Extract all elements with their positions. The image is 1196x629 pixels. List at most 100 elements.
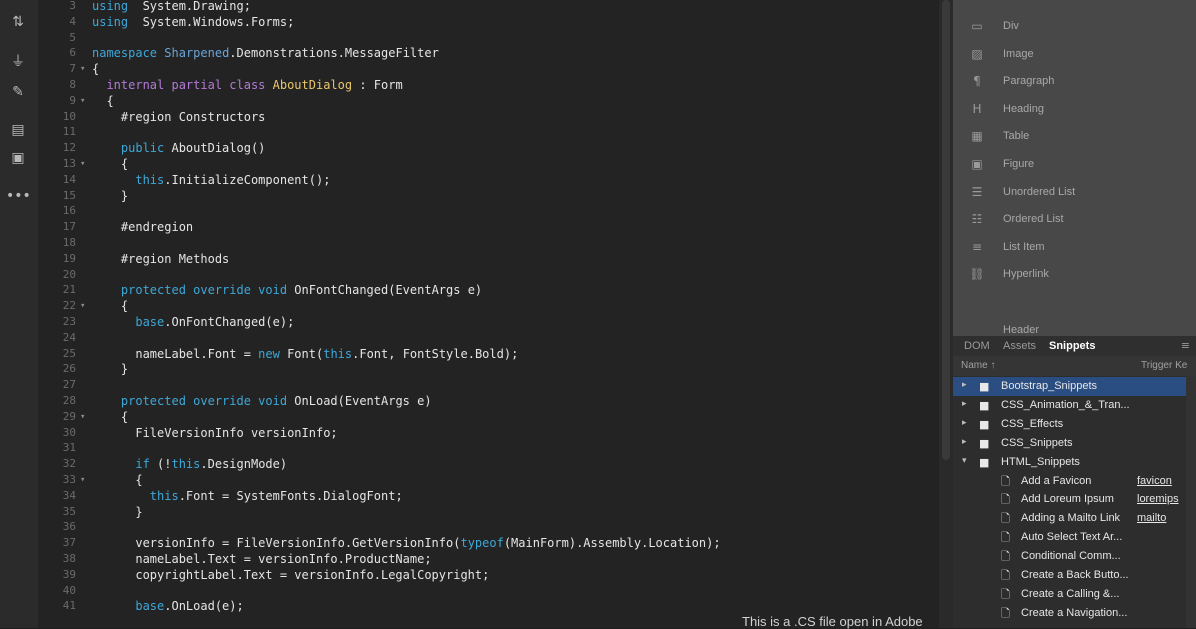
code-token: protected override void [92,394,288,408]
fold-toggle-icon[interactable]: ▾ [80,472,85,488]
snippets-scrollbar[interactable] [1186,376,1196,628]
line-number: 33 [62,473,76,486]
code-editor[interactable]: 3 using System.Drawing; 4 using System.Wind… [46,0,939,628]
snippet-item[interactable]: 🗋 Add a Favicon favicon [953,472,1196,491]
code-text: using System.Windows.Forms; [92,14,294,30]
fold-toggle-icon[interactable]: ▾ [80,93,85,109]
fold-toggle-icon[interactable]: ▾ [80,298,85,314]
folder-icon: ■ [979,436,990,450]
fold-toggle-icon[interactable]: ▾ [80,156,85,172]
insert-item-label: List Item [1003,240,1045,253]
table-icon: ▦ [971,129,983,144]
chevron-right-icon[interactable]: ▸ [962,380,967,390]
code-line: 21 protected override void OnFontChanged… [46,282,939,298]
insert-item-hyperlink[interactable]: ⛓ Hyperlink [953,264,1196,286]
editor-scrollbar[interactable] [939,0,953,628]
snippet-label: Adding a Mailto Link [1021,512,1121,525]
comment-icon[interactable]: ▤ [6,120,30,140]
snippet-folder[interactable]: ▾ ■ HTML_Snippets [953,453,1196,472]
snippet-folder-label: CSS_Snippets [1001,436,1073,449]
snippet-item[interactable]: 🗋 Conditional Comm... [953,547,1196,566]
code-text: #endregion [92,219,193,235]
line-number: 34 [62,488,76,502]
tab-dom[interactable]: DOM [964,339,990,353]
code-line: 35 } [46,504,939,520]
code-line: 6 namespace Sharpened.Demonstrations.Mess… [46,45,939,61]
fold-toggle-icon[interactable]: ▾ [80,409,85,425]
snippet-item[interactable]: 🗋 Add Loreum Ipsum loremips [953,490,1196,509]
snippet-folder[interactable]: ▸ ■ CSS_Snippets [953,434,1196,453]
line-number: 39 [62,567,76,581]
code-token: new [258,346,280,361]
snippet-folder[interactable]: ▸ ■ CSS_Animation_&_Tran... [953,396,1196,415]
line-number: 31 [62,441,76,455]
line-number: 11 [62,125,76,139]
line-number: 21 [62,283,76,297]
panel-menu-icon[interactable]: ≡ [1181,339,1190,352]
insert-item-figure[interactable]: ▣ Figure [953,154,1196,176]
tab-snippets[interactable]: Snippets [1049,339,1095,353]
snippet-folder[interactable]: ▸ ■ Bootstrap_Snippets [953,377,1196,396]
insert-item-header[interactable]: Header [953,320,1196,336]
code-token: System.Drawing; [128,0,251,13]
code-token: copyrightLabel.Text = versionInfo.LegalC… [92,567,490,582]
code-token: AboutDialog() [164,141,266,156]
code-text: namespace Sharpened.Demonstrations.Messa… [92,45,439,61]
brush-icon[interactable]: ✎ [6,82,30,102]
code-token: .Font, FontStyle.Bold); [352,346,519,361]
tab-assets[interactable]: Assets [1003,339,1036,353]
list-item-icon: ≡ [971,239,983,254]
line-number: 6 [69,46,76,60]
snippet-icon[interactable]: ▣ [6,148,30,168]
insert-item-label: Image [1003,47,1034,60]
insert-item-paragraph[interactable]: ¶ Paragraph [953,71,1196,93]
snippet-trigger-key[interactable]: loremips [1137,493,1179,506]
line-number: 13 [62,157,76,170]
snippet-trigger-key[interactable]: mailto [1137,512,1166,525]
chevron-right-icon[interactable]: ▸ [962,418,967,428]
line-number: 26 [62,362,76,376]
code-line: 3 using System.Drawing; [46,0,939,14]
line-number: 7 [69,62,76,76]
code-text: if (!this.DesignMode) [92,456,287,472]
code-text: public AboutDialog() [92,140,266,156]
line-number: 10 [62,109,76,123]
snippet-folder-label: Bootstrap_Snippets [1001,380,1098,392]
folder-open-icon: ■ [979,455,990,469]
snippet-item[interactable]: 🗋 Create a Calling &... [953,585,1196,604]
code-token: { [92,93,114,108]
editor-left-margin [38,0,46,628]
chevron-right-icon[interactable]: ▸ [962,437,967,447]
code-token: .Font = SystemFonts.DialogFont; [178,488,403,503]
more-icon[interactable]: ••• [6,186,31,206]
snippet-item[interactable]: 🗋 Create a Navigation... [953,604,1196,623]
insert-item-heading[interactable]: H Heading [953,99,1196,121]
column-name-header[interactable]: Name ↑ [961,360,995,372]
insert-item-table[interactable]: ▦ Table [953,126,1196,148]
insert-item-ordered-list[interactable]: ☷ Ordered List [953,209,1196,231]
insert-item-unordered-list[interactable]: ☰ Unordered List [953,182,1196,204]
code-line: 37 versionInfo = FileVersionInfo.GetVers… [46,535,939,551]
snippet-item[interactable]: 🗋 Create a Back Butto... [953,566,1196,585]
code-token: nameLabel.Font = [92,346,259,361]
insert-item-div[interactable]: ▭ Div [953,16,1196,38]
chevron-right-icon[interactable]: ▸ [962,399,967,409]
snippet-folder[interactable]: ▸ ■ CSS_Effects [953,415,1196,434]
snippet-trigger-key[interactable]: favicon [1137,475,1172,488]
insert-item-list-item[interactable]: ≡ List Item [953,237,1196,259]
filter-icon[interactable]: ⏚ [6,52,30,72]
code-token: base [92,315,165,329]
tag-icon[interactable]: ⇅ [6,12,30,32]
column-trigger-header[interactable]: Trigger Ke [1141,360,1187,372]
insert-item-image[interactable]: ▨ Image [953,44,1196,66]
code-line: 33 ▾ { [46,472,939,488]
code-line: 16 [46,203,939,219]
editor-scrollbar-thumb[interactable] [942,0,950,460]
chevron-down-icon[interactable]: ▾ [962,456,967,466]
fold-toggle-icon[interactable]: ▾ [80,61,85,77]
line-number: 28 [62,394,76,407]
snippet-item[interactable]: 🗋 Adding a Mailto Link mailto [953,509,1196,528]
folder-icon: ■ [979,398,990,412]
snippet-item[interactable]: 🗋 Auto Select Text Ar... [953,528,1196,547]
line-number: 8 [69,78,76,91]
